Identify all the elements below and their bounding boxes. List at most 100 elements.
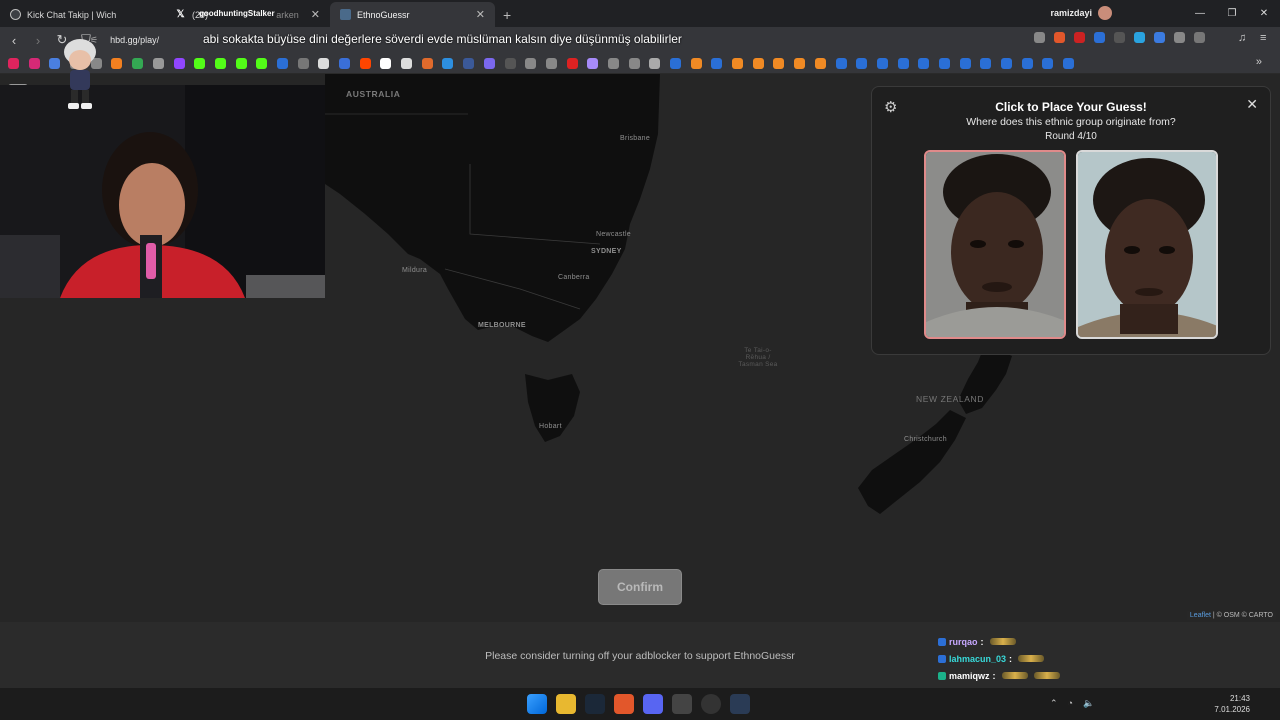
bookmark-favicon-icon[interactable] <box>339 57 350 69</box>
share-icon[interactable] <box>1034 32 1045 43</box>
extension-icon[interactable] <box>1094 32 1105 43</box>
bookmark-favicon-icon[interactable] <box>194 57 206 69</box>
extension-icon[interactable] <box>1134 32 1145 43</box>
guess-panel: ⚙ ✕ Click to Place Your Guess! Where doe… <box>871 86 1271 355</box>
bookmark-favicon-icon[interactable] <box>421 57 433 69</box>
bookmark-favicon-icon[interactable] <box>752 57 764 69</box>
app-icon[interactable] <box>672 694 692 714</box>
chat-username[interactable]: rurqao <box>949 637 978 647</box>
bookmark-favicon-icon[interactable] <box>504 57 516 69</box>
new-tab-button[interactable]: + <box>495 7 519 27</box>
bookmark-favicon-icon[interactable] <box>1063 57 1075 69</box>
chat-message: rurqao: <box>938 633 1238 650</box>
bookmark-favicon-icon[interactable] <box>256 57 268 69</box>
bookmark-favicon-icon[interactable] <box>938 57 950 69</box>
confirm-button[interactable]: Confirm <box>598 569 682 605</box>
bookmark-favicon-icon[interactable] <box>111 57 123 69</box>
bookmark-favicon-icon[interactable] <box>607 57 619 69</box>
bookmark-favicon-icon[interactable] <box>442 57 454 69</box>
app-icon[interactable] <box>730 694 750 714</box>
bookmark-favicon-icon[interactable] <box>897 57 909 69</box>
bookmark-favicon-icon[interactable] <box>918 57 930 69</box>
bookmark-favicon-icon[interactable] <box>380 57 392 69</box>
bookmark-favicon-icon[interactable] <box>876 57 888 69</box>
bookmark-favicon-icon[interactable] <box>297 57 309 69</box>
volume-icon[interactable]: 🔈 <box>1083 698 1094 709</box>
bookmark-favicon-icon[interactable] <box>359 57 371 69</box>
bookmark-favicon-icon[interactable] <box>649 57 661 69</box>
bookmark-favicon-icon[interactable] <box>214 57 226 69</box>
bookmarks-overflow-icon[interactable]: » <box>1256 56 1262 68</box>
bookmark-favicon-icon[interactable] <box>401 57 413 69</box>
file-explorer-icon[interactable] <box>556 694 576 714</box>
bookmark-favicon-icon[interactable] <box>980 57 992 69</box>
minimize-icon[interactable]: — <box>1184 0 1216 26</box>
bookmark-favicon-icon[interactable] <box>1042 57 1054 69</box>
menu-icon[interactable]: ≡ <box>1260 32 1266 44</box>
bookmark-favicon-icon[interactable] <box>545 57 557 69</box>
bookmark-favicon-icon[interactable] <box>463 57 475 69</box>
face-image-female[interactable] <box>1076 150 1218 339</box>
bookmark-favicon-icon[interactable] <box>132 57 144 69</box>
bookmark-favicon-icon[interactable] <box>959 57 971 69</box>
leaflet-link[interactable]: Leaflet <box>1190 612 1211 619</box>
chat-badge-icon <box>938 637 946 646</box>
extensions-puzzle-icon[interactable] <box>1174 32 1185 43</box>
bookmark-favicon-icon[interactable] <box>1021 57 1033 69</box>
window-controls: — ❐ ✕ <box>1184 0 1280 26</box>
brave-browser-icon[interactable] <box>614 694 634 714</box>
extension-icon[interactable] <box>1154 32 1165 43</box>
bookmark-favicon-icon[interactable] <box>711 57 723 69</box>
tab-title: Kick Chat Takip | Wich <box>27 9 117 20</box>
tab-kick-chat[interactable]: Kick Chat Takip | Wich <box>0 2 165 27</box>
bookmark-favicon-icon[interactable] <box>152 57 164 69</box>
bookmark-favicon-icon[interactable] <box>794 57 806 69</box>
bookmark-favicon-icon[interactable] <box>773 57 785 69</box>
music-icon[interactable]: ♫ <box>1238 32 1246 44</box>
bookmark-favicon-icon[interactable] <box>856 57 868 69</box>
bookmark-favicon-icon[interactable] <box>525 57 537 69</box>
windows-start-icon[interactable] <box>527 694 547 714</box>
steam-icon[interactable] <box>585 694 605 714</box>
bookmark-favicon-icon[interactable] <box>566 57 578 69</box>
map-label-melbourne: MELBOURNE <box>478 322 526 329</box>
bookmark-favicon-icon[interactable] <box>173 57 185 69</box>
bookmark-favicon-icon[interactable] <box>318 57 330 69</box>
panel-subtitle: Where does this ethnic group originate f… <box>966 116 1176 128</box>
tab-ethnoguessr[interactable]: EthnoGuessr ✕ <box>330 2 495 27</box>
bookmark-favicon-icon[interactable] <box>835 57 847 69</box>
extension-icon[interactable] <box>1114 32 1125 43</box>
app-icon[interactable] <box>701 694 721 714</box>
chat-separator: : <box>1009 653 1013 664</box>
bookmark-favicon-icon[interactable] <box>28 57 40 69</box>
brave-shield-icon[interactable] <box>1054 32 1065 43</box>
bookmark-favicon-icon[interactable] <box>8 57 19 69</box>
tab-x[interactable]: 𝕏 (20) goodhuntingStalker arken ✕ <box>165 2 330 27</box>
close-window-icon[interactable]: ✕ <box>1248 0 1280 26</box>
face-image-male[interactable] <box>924 150 1066 339</box>
wifi-icon[interactable]: ◔ <box>1068 698 1073 709</box>
forward-icon[interactable]: › <box>28 33 48 48</box>
bookmark-favicon-icon[interactable] <box>690 57 702 69</box>
bookmark-favicon-icon[interactable] <box>814 57 826 69</box>
bookmark-favicon-icon[interactable] <box>276 57 288 69</box>
back-icon[interactable]: ‹ <box>4 33 24 48</box>
tab-close-icon[interactable]: ✕ <box>311 8 320 21</box>
taskbar-clock[interactable]: 21:43 7.01.2026 <box>1214 693 1250 715</box>
profile-chip[interactable]: ramizdayi <box>1050 6 1112 20</box>
chat-username[interactable]: mamiqwz <box>949 671 990 681</box>
extension-icon[interactable] <box>1074 32 1085 43</box>
bookmark-favicon-icon[interactable] <box>587 57 599 69</box>
bookmark-favicon-icon[interactable] <box>235 57 247 69</box>
bookmark-favicon-icon[interactable] <box>670 57 681 69</box>
restore-icon[interactable]: ❐ <box>1216 0 1248 26</box>
tab-close-icon[interactable]: ✕ <box>476 8 485 21</box>
bookmark-favicon-icon[interactable] <box>483 57 495 69</box>
bookmark-favicon-icon[interactable] <box>628 57 640 69</box>
discord-icon[interactable] <box>643 694 663 714</box>
tray-chevron-icon[interactable]: ⌃ <box>1050 698 1058 709</box>
bookmark-favicon-icon[interactable] <box>1001 57 1012 69</box>
bookmark-favicon-icon[interactable] <box>732 57 744 69</box>
chat-username[interactable]: lahmacun_03 <box>949 654 1006 664</box>
sidebar-icon[interactable] <box>1194 32 1205 43</box>
